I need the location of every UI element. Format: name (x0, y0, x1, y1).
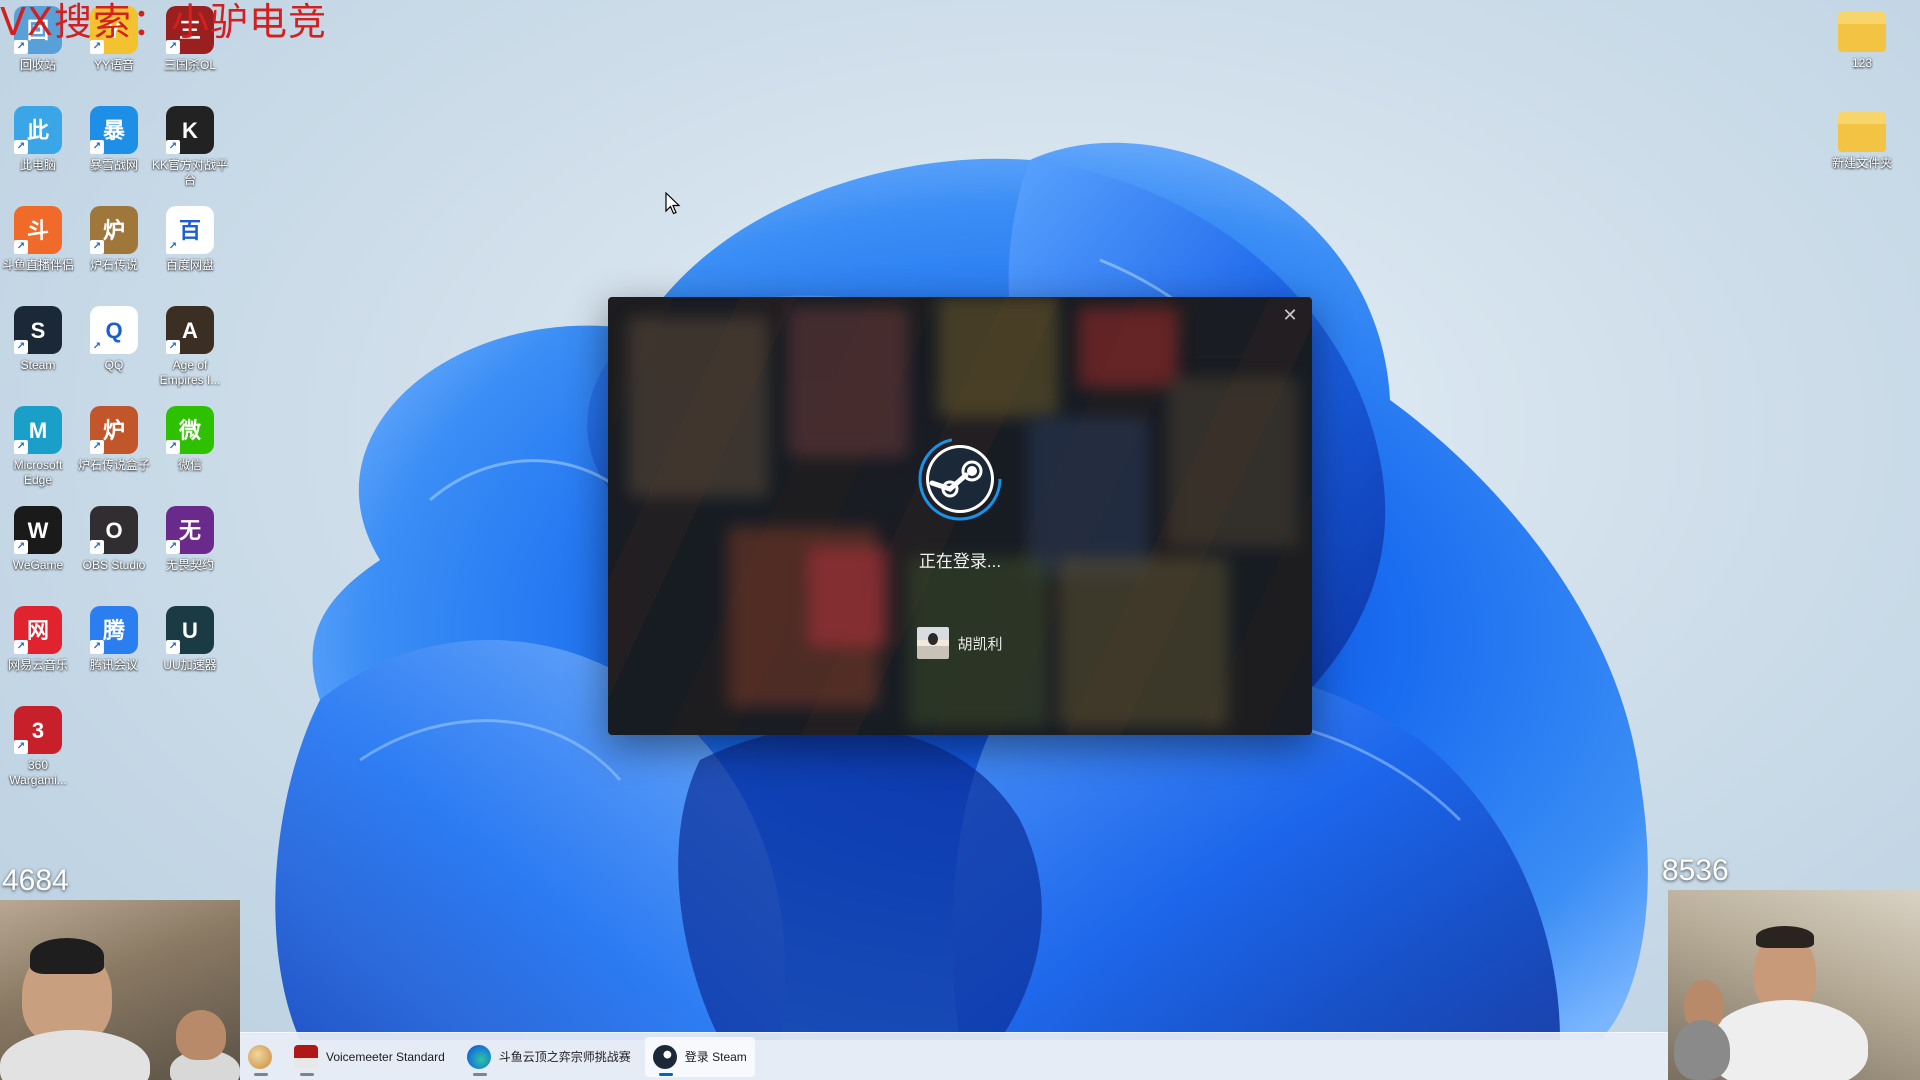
desktop-shortcut-label: WeGame (12, 558, 64, 572)
valorant-icon: 无 ↗ (166, 506, 214, 554)
desktop-shortcut-label: KK官方对战平台 (152, 158, 229, 187)
desktop-shortcut[interactable]: 3 ↗ 360 Wargami... (0, 706, 76, 788)
desktop-shortcut-label: QQ (104, 358, 124, 372)
desktop-folder[interactable]: 新建文件夹 (1824, 106, 1900, 171)
stream-watermark: VX搜索：小驴电竞 (0, 0, 328, 44)
hearthstone-icon: 炉 ↗ (90, 206, 138, 254)
taskbar-voicemeeter[interactable]: Voicemeeter Standard (286, 1037, 453, 1077)
steam-logo-icon (916, 435, 1004, 523)
close-dialog-button[interactable]: ✕ (1278, 303, 1302, 327)
taskbar-edge[interactable]: 斗鱼云顶之弈宗师挑战赛 (459, 1037, 639, 1077)
desktop-shortcut-label: 腾讯会议 (89, 658, 138, 672)
desktop-shortcut-label: 回收站 (19, 58, 56, 72)
taskbar-edge-label: 斗鱼云顶之弈宗师挑战赛 (498, 1050, 631, 1064)
taskbar-voicemeeter-label: Voicemeeter Standard (326, 1049, 445, 1064)
account-row: 胡凯利 (608, 627, 1312, 659)
viewer-count-right: 8536 (1662, 854, 1729, 887)
obs-icon: O ↗ (90, 506, 138, 554)
desktop-shortcut-label: 无畏契约 (165, 558, 214, 572)
desktop-shortcut[interactable]: 炉 ↗ 炉石传说盒子 (76, 406, 152, 473)
netease-music-icon: 网 ↗ (14, 606, 62, 654)
webcam-right (1668, 890, 1920, 1080)
desktop-shortcut[interactable]: 无 ↗ 无畏契约 (152, 506, 228, 573)
desktop-folder-label: 新建文件夹 (1831, 156, 1892, 170)
baidu-netdisk-icon: 百 ↗ (166, 206, 214, 254)
desktop-shortcut-label: 炉石传说 (89, 258, 138, 272)
folder-icon (1838, 12, 1886, 52)
steam-icon: S ↗ (14, 306, 62, 354)
taskbar-app-avatar[interactable] (240, 1037, 280, 1077)
desktop-shortcut-label: 暴雪战网 (89, 158, 138, 172)
this-pc-icon: 此 ↗ (14, 106, 62, 154)
desktop-folder[interactable]: 123 (1824, 6, 1900, 71)
desktop-shortcut[interactable]: 微 ↗ 微信 (152, 406, 228, 473)
desktop-shortcut[interactable]: 腾 ↗ 腾讯会议 (76, 606, 152, 673)
desktop-shortcut-label: 网易云音乐 (7, 658, 68, 672)
hearthstone-box-icon: 炉 ↗ (90, 406, 138, 454)
taskbar-steam[interactable]: 登录 Steam (644, 1036, 755, 1077)
taskbar-steam-label: 登录 Steam (684, 1050, 747, 1064)
tencent-meeting-icon: 腾 ↗ (90, 606, 138, 654)
desktop-shortcut-label: YY语音 (93, 58, 134, 72)
user-avatar (917, 627, 950, 659)
desktop-shortcut-label: UU加速器 (163, 658, 217, 672)
steam-login-dialog: ✕ 正在登录... 胡凯利 (608, 297, 1312, 735)
desktop-shortcut-label: 三国杀OL (163, 58, 216, 72)
steam-icon (652, 1044, 677, 1069)
viewer-count-left: 4684 (2, 864, 69, 897)
mouse-cursor-icon (665, 192, 681, 215)
desktop-shortcut-label: 炉石传说盒子 (77, 458, 150, 472)
douyu-icon: 斗 ↗ (14, 206, 62, 254)
desktop-shortcut[interactable]: 炉 ↗ 炉石传说 (76, 206, 152, 273)
edge-icon: M ↗ (14, 406, 62, 454)
desktop-shortcut[interactable]: 斗 ↗ 斗鱼直播伴侣 (0, 206, 76, 273)
desktop-shortcut-label: OBS Studio (82, 558, 146, 572)
desktop-shortcut[interactable]: 此 ↗ 此电脑 (0, 106, 76, 173)
login-status-text: 正在登录... (918, 552, 1002, 571)
desktop-shortcut[interactable]: K ↗ KK官方对战平台 (152, 106, 228, 188)
desktop-shortcut[interactable]: A ↗ Age of Empires I... (152, 306, 228, 388)
wechat-icon: 微 ↗ (166, 406, 214, 454)
desktop-shortcut-label: Steam (20, 358, 56, 372)
age-of-empires-icon: A ↗ (166, 306, 214, 354)
desktop-shortcut[interactable]: 百 ↗ 百度网盘 (152, 206, 228, 273)
webcam-left (0, 900, 240, 1080)
desktop-shortcut[interactable]: M ↗ Microsoft Edge (0, 406, 76, 488)
desktop-shortcut-label: 百度网盘 (165, 258, 214, 272)
desktop-shortcut-label: Microsoft Edge (13, 458, 63, 487)
desktop-shortcut[interactable]: U ↗ UU加速器 (152, 606, 228, 673)
desktop-shortcut[interactable]: O ↗ OBS Studio (76, 506, 152, 573)
app-avatar-icon (248, 1044, 272, 1069)
desktop-shortcut-label: 斗鱼直播伴侣 (1, 258, 74, 272)
uu-accelerator-icon: U ↗ (166, 606, 214, 654)
desktop-shortcut-label: Age of Empires I... (159, 358, 221, 387)
folder-icon (1838, 112, 1886, 152)
desktop-shortcut-label: 微信 (177, 458, 202, 472)
desktop-shortcut-label: 此电脑 (19, 158, 56, 172)
battlenet-icon: 暴 ↗ (90, 106, 138, 154)
desktop-shortcut[interactable]: W ↗ WeGame (0, 506, 76, 573)
voicemeeter-icon (294, 1044, 318, 1069)
desktop-shortcut[interactable]: 网 ↗ 网易云音乐 (0, 606, 76, 673)
qq-icon: Q ↗ (90, 306, 138, 354)
kk-platform-icon: K ↗ (166, 106, 214, 154)
desktop-shortcut[interactable]: Q ↗ QQ (76, 306, 152, 373)
desktop-shortcut[interactable]: S ↗ Steam (0, 306, 76, 373)
taskbar: Voicemeeter Standard 斗鱼云顶之弈宗师挑战赛 登录 Stea… (240, 1032, 1668, 1080)
desktop-shortcut[interactable]: 暴 ↗ 暴雪战网 (76, 106, 152, 173)
wegame-icon: W ↗ (14, 506, 62, 554)
desktop-folder-label: 123 (1851, 56, 1873, 70)
desktop-shortcut-label: 360 Wargami... (9, 758, 67, 787)
edge-icon (466, 1044, 491, 1069)
account-username: 胡凯利 (957, 635, 1003, 653)
wargaming-icon: 3 ↗ (14, 706, 62, 754)
